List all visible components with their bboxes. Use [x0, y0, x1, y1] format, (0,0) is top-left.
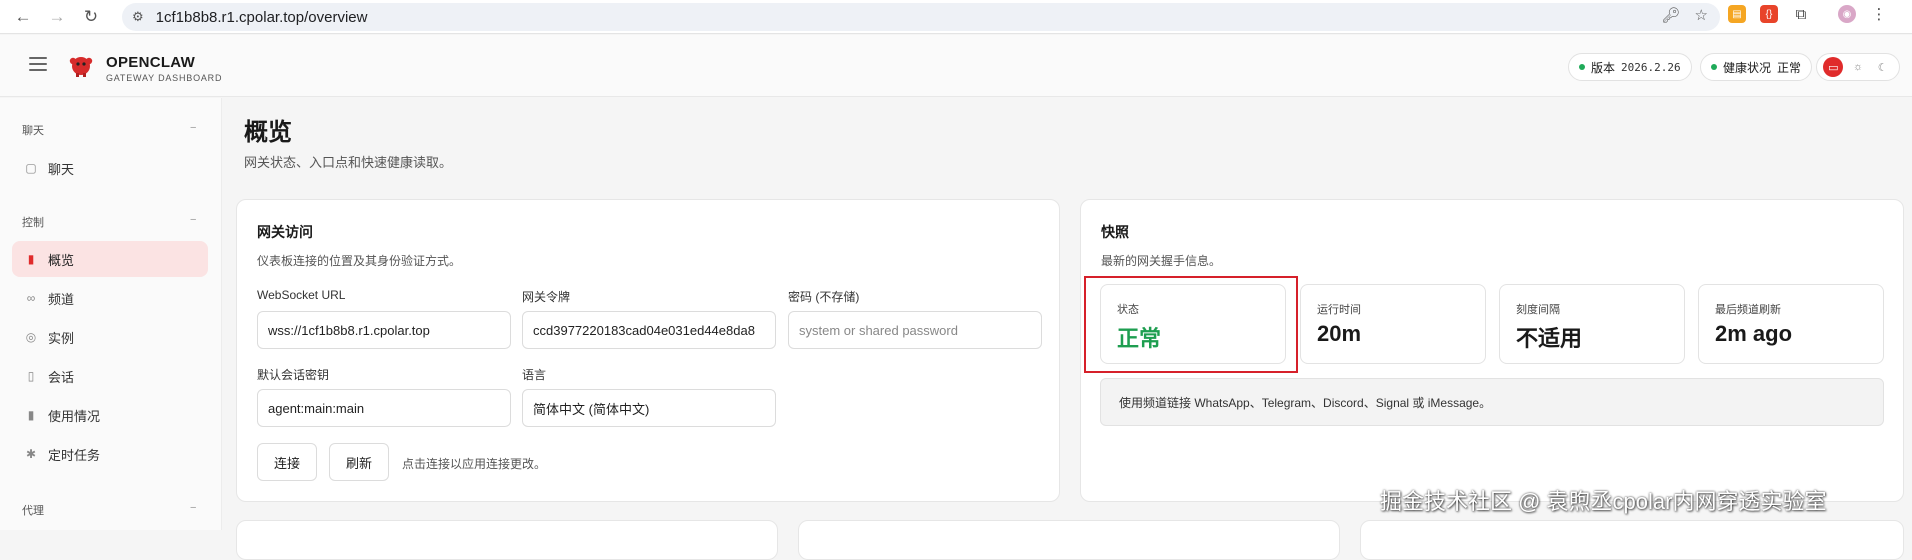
sidebar: 聊天 − ▢ 聊天 控制 − ▮ 概览 ∞ 频道 ◎ 实例 ▯ 会话 ▮ 使用情…: [0, 98, 222, 530]
health-badge: 健康状况 正常: [1700, 53, 1813, 81]
websocket-url-input[interactable]: wss://1cf1b8b8.r1.cpolar.top: [257, 311, 511, 349]
version-badge: 版本 2026.2.26: [1568, 53, 1692, 81]
url-text[interactable]: 1cf1b8b8.r1.cpolar.top/overview: [156, 9, 368, 26]
sidebar-item-label: 会话: [48, 369, 75, 385]
status-dot: [1579, 64, 1585, 70]
stat-label: 运行时间: [1317, 304, 1361, 316]
sun-icon[interactable]: ☼: [1848, 57, 1868, 77]
lower-card: [1360, 520, 1904, 560]
stat-label: 刻度间隔: [1516, 304, 1560, 316]
stat-label: 最后频道刷新: [1715, 304, 1781, 316]
sidebar-section-control[interactable]: 控制: [22, 214, 44, 230]
browser-toolbar: ← → ↻ ⚙ 1cf1b8b8.r1.cpolar.top/overview …: [0, 0, 1912, 34]
sidebar-item-label: 频道: [48, 291, 75, 307]
reload-icon[interactable]: ↻: [78, 4, 104, 30]
app-header: OPENCLAW GATEWAY DASHBOARD 版本 2026.2.26 …: [0, 35, 1912, 97]
address-bar[interactable]: ⚙ 1cf1b8b8.r1.cpolar.top/overview 🔑︎ ☆: [122, 3, 1720, 31]
sidebar-item-instances[interactable]: ◎ 实例: [12, 319, 208, 355]
session-key-input[interactable]: agent:main:main: [257, 389, 511, 427]
sidebar-item-overview[interactable]: ▮ 概览: [12, 241, 208, 277]
site-settings-icon[interactable]: ⚙: [132, 9, 144, 25]
bar-chart-icon: ▮: [27, 408, 35, 422]
channel-info-bar: 使用频道链接 WhatsApp、Telegram、Discord、Signal …: [1100, 378, 1884, 426]
health-value: 正常: [1777, 60, 1802, 75]
bar-chart-icon: ▮: [27, 252, 35, 266]
sidebar-item-chat[interactable]: ▢ 聊天: [12, 150, 208, 186]
annotation-highlight-box: [1084, 276, 1298, 373]
sidebar-item-channels[interactable]: ∞ 频道: [12, 280, 208, 316]
stat-value: 20m: [1317, 321, 1362, 346]
gateway-access-card: 网关访问 仪表板连接的位置及其身份验证方式。 WebSocket URL wss…: [236, 199, 1060, 502]
link-icon: ∞: [26, 291, 36, 305]
menu-dots-icon[interactable]: ⋮: [1870, 5, 1888, 23]
sidebar-item-label: 聊天: [48, 161, 75, 177]
health-label: 健康状况: [1723, 60, 1772, 75]
extension-icon[interactable]: ▤: [1728, 5, 1746, 23]
version-value: 2026.2.26: [1621, 60, 1681, 74]
bookmark-star-icon[interactable]: ☆: [1695, 6, 1708, 24]
lower-card: [798, 520, 1340, 560]
gateway-token-label: 网关令牌: [522, 290, 571, 304]
puzzle-icon[interactable]: ⧉: [1792, 5, 1810, 23]
forward-arrow-icon[interactable]: →: [44, 4, 70, 30]
hamburger-menu-icon[interactable]: [29, 57, 47, 71]
page-title: 概览: [244, 119, 292, 146]
chat-icon: ▢: [25, 161, 37, 175]
card-subtitle: 仪表板连接的位置及其身份验证方式。: [257, 254, 462, 268]
sidebar-item-label: 概览: [48, 252, 75, 268]
stat-tick-interval: 刻度间隔 不适用: [1499, 284, 1685, 364]
moon-icon[interactable]: ☾: [1873, 57, 1893, 77]
refresh-button[interactable]: 刷新: [329, 443, 389, 481]
stat-last-channel-refresh: 最后频道刷新 2m ago: [1698, 284, 1884, 364]
websocket-url-label: WebSocket URL: [257, 288, 346, 302]
loader-icon: ✱: [25, 447, 37, 461]
monitor-icon[interactable]: ▭: [1823, 57, 1844, 77]
sidebar-section-chat[interactable]: 聊天: [22, 122, 44, 138]
sidebar-item-usage[interactable]: ▮ 使用情况: [12, 397, 208, 433]
document-icon: ▯: [27, 369, 35, 383]
sidebar-section-agents[interactable]: 代理: [22, 502, 44, 518]
gateway-token-input[interactable]: ccd3977220183cad04e031ed44e8da8: [522, 311, 776, 349]
status-dot: [1711, 64, 1717, 70]
sidebar-item-label: 实例: [48, 330, 75, 346]
card-title: 快照: [1101, 224, 1129, 240]
sidebar-item-cron[interactable]: ✱ 定时任务: [12, 436, 208, 472]
stat-uptime: 运行时间 20m: [1300, 284, 1486, 364]
password-key-icon[interactable]: 🔑︎: [1662, 6, 1681, 24]
password-label: 密码 (不存储): [788, 290, 860, 304]
stat-value: 不适用: [1516, 326, 1583, 351]
broadcast-icon: ◎: [25, 330, 37, 344]
theme-switcher: ▭ ☼ ☾: [1816, 53, 1900, 81]
watermark: 掘金技术社区 @ 袁煦丞cpolar内网穿透实验室: [1380, 489, 1827, 514]
sidebar-item-label: 使用情况: [48, 408, 101, 424]
brand-title: OPENCLAW: [106, 54, 196, 71]
session-key-label: 默认会话密钥: [257, 368, 330, 382]
connect-hint: 点击连接以应用连接更改。: [402, 457, 547, 471]
lower-card: [236, 520, 778, 560]
collapse-icon[interactable]: −: [190, 122, 196, 134]
page-subtitle: 网关状态、入口点和快速健康读取。: [244, 155, 453, 170]
collapse-icon[interactable]: −: [190, 214, 196, 226]
brand-subtitle: GATEWAY DASHBOARD: [106, 73, 223, 83]
language-select[interactable]: 简体中文 (简体中文): [522, 389, 776, 427]
language-label: 语言: [522, 368, 547, 382]
collapse-icon[interactable]: −: [190, 502, 196, 514]
card-subtitle: 最新的网关握手信息。: [1101, 254, 1222, 268]
back-arrow-icon[interactable]: ←: [10, 4, 36, 30]
password-input[interactable]: system or shared password: [788, 311, 1042, 349]
sidebar-item-sessions[interactable]: ▯ 会话: [12, 358, 208, 394]
version-label: 版本: [1591, 60, 1616, 75]
extension-icon[interactable]: {}: [1760, 5, 1778, 23]
stat-value: 2m ago: [1715, 321, 1793, 346]
lobster-logo-icon: [69, 57, 93, 77]
connect-button[interactable]: 连接: [257, 443, 317, 481]
profile-avatar[interactable]: ◉: [1838, 5, 1856, 23]
sidebar-item-label: 定时任务: [48, 447, 101, 463]
card-title: 网关访问: [257, 224, 313, 240]
